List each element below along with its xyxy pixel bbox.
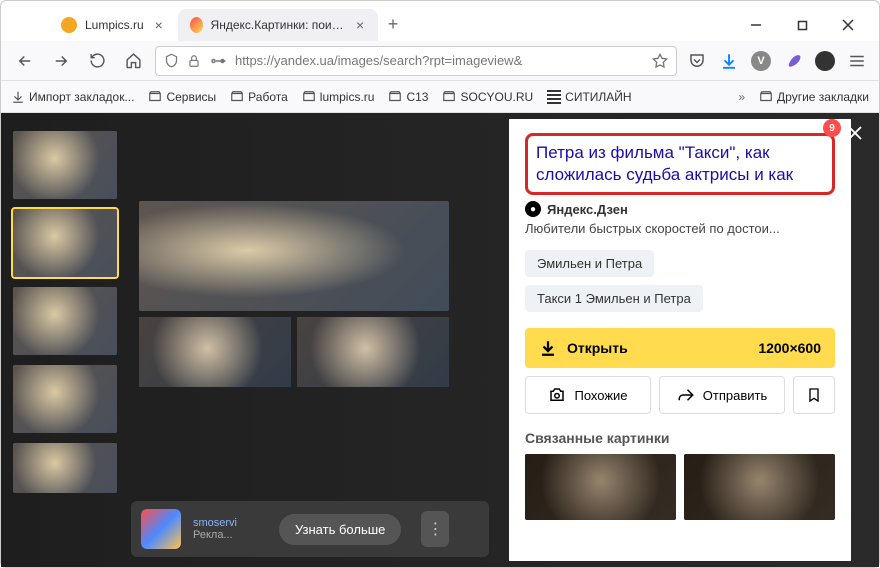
- profile-icon[interactable]: [813, 49, 837, 73]
- download-icon[interactable]: [717, 49, 741, 73]
- window-titlebar: Lumpics.ru × Яндекс.Картинки: поиск похо…: [1, 1, 879, 41]
- thumbnail[interactable]: [13, 443, 117, 493]
- back-button[interactable]: [11, 47, 39, 75]
- tag-chip[interactable]: Такси 1 Эмильен и Петра: [525, 285, 703, 312]
- bookmark-item[interactable]: C13: [388, 90, 428, 104]
- bookmark-item[interactable]: Импорт закладок...: [11, 90, 134, 104]
- preview-image[interactable]: [139, 201, 449, 311]
- tab-title: Lumpics.ru: [85, 18, 144, 32]
- main-image-area: [129, 131, 497, 549]
- bookmark-label: C13: [406, 90, 428, 104]
- shield-icon: [164, 53, 179, 68]
- favicon-icon: [61, 17, 77, 33]
- browser-tab[interactable]: Lumpics.ru ×: [49, 9, 178, 41]
- notification-badge[interactable]: 9: [823, 119, 841, 137]
- info-panel: Петра из фильма "Такси", как сложилась с…: [509, 119, 851, 561]
- ad-link[interactable]: smoservi: [193, 517, 237, 529]
- download-icon: [539, 339, 557, 357]
- bookmark-label: Сервисы: [166, 90, 216, 104]
- menu-icon[interactable]: [845, 49, 869, 73]
- thumbnail[interactable]: [13, 365, 117, 433]
- camera-icon: [548, 386, 566, 404]
- ad-sublabel: Рекла...: [193, 529, 237, 541]
- thumbnail-strip: [13, 131, 117, 549]
- share-label: Отправить: [703, 388, 767, 403]
- extension-icon[interactable]: V: [749, 49, 773, 73]
- bookmark-star-icon[interactable]: [652, 53, 668, 69]
- bookmarks-overflow-button[interactable]: »: [738, 90, 745, 104]
- bookmark-item[interactable]: lumpics.ru: [302, 90, 375, 104]
- url-text: https://yandex.ua/images/search?rpt=imag…: [235, 53, 644, 68]
- close-icon[interactable]: ×: [152, 18, 166, 32]
- share-icon: [677, 386, 695, 404]
- similar-label: Похожие: [574, 388, 627, 403]
- feather-icon[interactable]: [781, 49, 805, 73]
- ad-logo-icon: [141, 509, 181, 549]
- related-image[interactable]: [525, 454, 676, 520]
- browser-toolbar: https://yandex.ua/images/search?rpt=imag…: [1, 41, 879, 81]
- forward-button[interactable]: [47, 47, 75, 75]
- bookmark-item[interactable]: СИТИЛАЙН: [547, 90, 631, 104]
- bookmark-label: Импорт закладок...: [29, 90, 134, 104]
- preview-image[interactable]: [139, 317, 291, 387]
- thumbnail[interactable]: [13, 287, 117, 355]
- open-button[interactable]: Открыть 1200×600: [525, 328, 835, 368]
- bookmark-label: Работа: [248, 90, 288, 104]
- related-images: [525, 454, 835, 520]
- minimize-button[interactable]: [733, 9, 779, 41]
- other-bookmarks-button[interactable]: Другие закладки: [759, 90, 869, 104]
- favicon-icon: [190, 17, 203, 33]
- bookmark-label: СИТИЛАЙН: [565, 90, 631, 104]
- permissions-icon: [209, 54, 227, 68]
- bookmark-item[interactable]: Сервисы: [148, 90, 216, 104]
- pocket-icon[interactable]: [685, 49, 709, 73]
- bookmark-label: Другие закладки: [777, 90, 869, 104]
- thumbnail[interactable]: [13, 209, 117, 277]
- site-icon: [547, 90, 561, 104]
- thumbnail[interactable]: [13, 131, 117, 199]
- source-row[interactable]: ● Яндекс.Дзен: [525, 201, 835, 217]
- close-window-button[interactable]: [825, 9, 871, 41]
- tab-strip: Lumpics.ru × Яндекс.Картинки: поиск похо…: [9, 8, 733, 41]
- source-icon: ●: [525, 201, 541, 217]
- address-bar[interactable]: https://yandex.ua/images/search?rpt=imag…: [155, 46, 677, 76]
- lock-icon: [187, 54, 201, 68]
- close-icon[interactable]: ×: [354, 18, 365, 32]
- source-label: Яндекс.Дзен: [547, 202, 628, 217]
- preview-image[interactable]: [297, 317, 449, 387]
- ad-cta-button[interactable]: Узнать больше: [279, 514, 401, 545]
- resolution-label: 1200×600: [758, 340, 821, 356]
- result-description: Любители быстрых скоростей по достои...: [525, 221, 835, 236]
- tag-chip[interactable]: Эмильен и Петра: [525, 250, 654, 277]
- bookmark-icon: [806, 387, 822, 403]
- similar-button[interactable]: Похожие: [525, 376, 651, 414]
- window-controls: [733, 9, 871, 41]
- bookmark-item[interactable]: SOCYOU.RU: [442, 90, 533, 104]
- bookmarks-bar: Импорт закладок... Сервисы Работа lumpic…: [1, 81, 879, 113]
- bookmark-label: SOCYOU.RU: [460, 90, 533, 104]
- highlighted-title-box: Петра из фильма "Такси", как сложилась с…: [525, 133, 835, 195]
- ad-more-button[interactable]: ⋮: [421, 511, 449, 547]
- result-title-link[interactable]: Петра из фильма "Такси", как сложилась с…: [536, 142, 824, 186]
- save-collection-button[interactable]: [793, 376, 835, 414]
- bookmark-label: lumpics.ru: [320, 90, 375, 104]
- viewer-left-pane: smoservi Рекла... Узнать больше ⋮: [1, 113, 509, 567]
- open-label: Открыть: [567, 340, 628, 356]
- share-button[interactable]: Отправить: [659, 376, 785, 414]
- bookmark-item[interactable]: Работа: [230, 90, 288, 104]
- reload-button[interactable]: [83, 47, 111, 75]
- tab-title: Яндекс.Картинки: поиск похож: [211, 18, 347, 32]
- browser-tab[interactable]: Яндекс.Картинки: поиск похож ×: [178, 9, 378, 41]
- new-tab-button[interactable]: +: [378, 8, 409, 41]
- home-button[interactable]: [119, 47, 147, 75]
- ad-banner: smoservi Рекла... Узнать больше ⋮: [131, 501, 489, 557]
- related-image[interactable]: [684, 454, 835, 520]
- image-viewer: smoservi Рекла... Узнать больше ⋮ Петра …: [1, 113, 879, 567]
- close-viewer-button[interactable]: [843, 121, 867, 145]
- maximize-button[interactable]: [779, 9, 825, 41]
- related-heading: Связанные картинки: [525, 430, 835, 446]
